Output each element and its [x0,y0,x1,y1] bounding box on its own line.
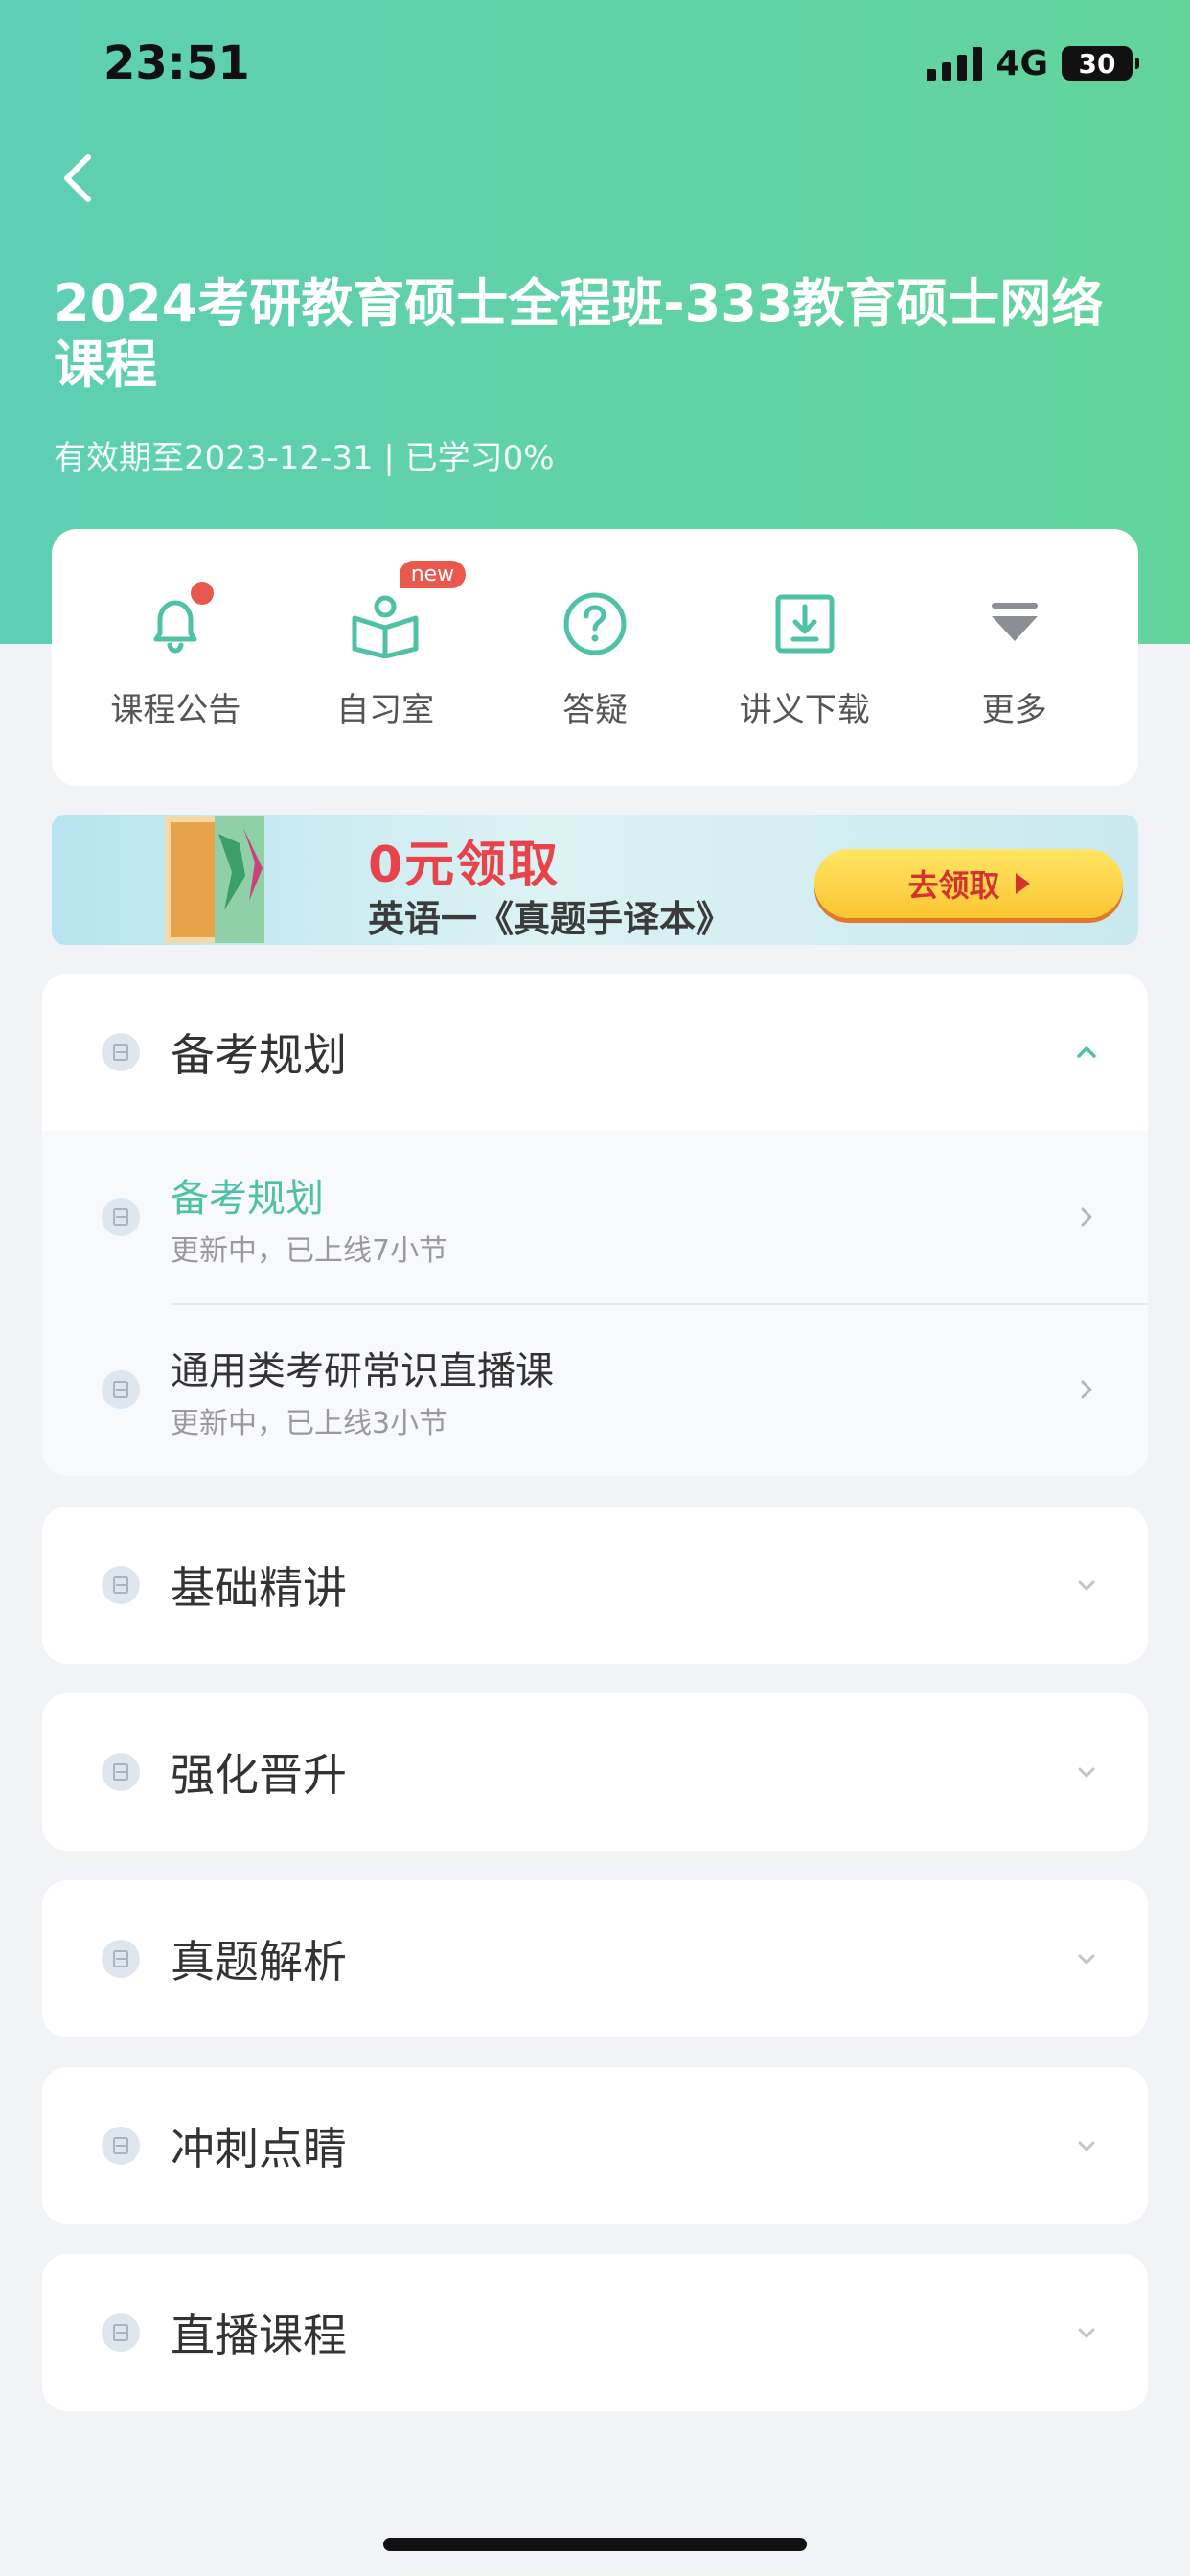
section-title: 强化晋升 [171,1749,347,1801]
section-title: 备考规划 [171,1029,347,1081]
section-title: 直播课程 [171,2310,347,2361]
battery-icon: 30 [1062,46,1139,80]
chevron-down-icon [1078,1580,1095,1591]
chapter-icon [102,1033,140,1071]
tools-card: 课程公告 new 自习室 答疑 讲义下载 更多 [52,529,1138,786]
list-item[interactable]: 备考规划 更新中，已上线7小节 [42,1131,1148,1303]
section-title: 冲刺点睛 [171,2123,347,2174]
tool-study-room[interactable]: new 自习室 [285,560,486,730]
book-cover-image [165,816,264,943]
chevron-down-icon [1078,2141,1095,2151]
section-header[interactable]: 基础精讲 [42,1506,1148,1664]
chapter-icon [102,1198,140,1236]
download-icon [767,586,843,662]
tool-handout-download[interactable]: 讲义下载 [704,586,905,730]
chevron-up-icon [1077,1046,1096,1058]
claim-button[interactable]: 去领取 [814,849,1123,918]
chapter-icon [102,2127,140,2165]
section-header[interactable]: 冲刺点睛 [42,2067,1148,2224]
chapter-icon [102,1753,140,1791]
tool-label: 自习室 [336,690,435,729]
chevron-down-icon [1078,2328,1095,2338]
tool-course-notice[interactable]: 课程公告 [75,581,276,730]
chevron-down-icon [1078,1954,1095,1965]
section-card: 冲刺点睛 [42,2067,1148,2224]
back-button[interactable] [52,144,109,213]
tool-label: 答疑 [561,690,628,729]
open-book-icon: new [347,560,467,662]
more-icon [976,586,1053,662]
chapter-icon [102,1940,140,1978]
chapter-icon [102,2313,140,2352]
section-header[interactable]: 直播课程 [42,2254,1148,2411]
tool-label: 课程公告 [110,690,241,729]
lesson-title: 备考规划 [171,1177,324,1221]
lesson-meta: 更新中，已上线7小节 [171,1234,448,1268]
claim-button-label: 去领取 [907,867,1000,904]
section-title: 基础精讲 [171,1562,347,1614]
banner-headline: 0元领取 [368,837,561,894]
lesson-list: 备考规划 更新中，已上线7小节 通用类考研常识直播课 更新中，已上线3小节 [42,1131,1148,1476]
section-card: 真题解析 [42,1880,1148,2037]
status-bar: 23:51 4G 30 [0,0,1190,129]
status-time: 23:51 [103,36,250,90]
status-indicators: 4G 30 [927,42,1139,84]
course-title: 2024考研教育硕士全程班-333教育硕士网络课程 [54,273,1104,395]
new-badge: new [399,560,467,588]
list-item[interactable]: 通用类考研常识直播课 更新中，已上线3小节 [42,1303,1148,1476]
section-card: 备考规划 备考规划 更新中，已上线7小节 通用类考研常识直播课 更新中，已上线3… [42,974,1148,1476]
signal-icon [927,46,983,80]
network-type: 4G [995,43,1048,83]
tool-qa[interactable]: 答疑 [494,586,696,730]
promo-banner[interactable]: 0元领取 英语一《真题手译本》 去领取 [52,815,1138,945]
section-header[interactable]: 真题解析 [42,1880,1148,2037]
bell-icon [137,581,215,662]
section-card: 基础精讲 [42,1506,1148,1664]
lesson-title: 通用类考研常识直播课 [171,1349,554,1393]
tool-label: 讲义下载 [739,690,870,729]
question-icon [557,586,633,662]
tool-label: 更多 [981,690,1047,729]
section-title: 真题解析 [171,1936,347,1988]
chevron-right-icon [1081,1208,1092,1227]
chevron-right-icon [1081,1380,1092,1399]
notification-dot [191,581,215,605]
chevron-left-icon [64,154,91,202]
chevron-down-icon [1078,1767,1095,1778]
tool-more[interactable]: 更多 [914,586,1115,730]
chapter-icon [102,1566,140,1604]
section-card: 直播课程 [42,2254,1148,2411]
home-indicator[interactable] [383,2538,807,2551]
play-triangle-icon [1015,873,1030,894]
chapter-icon [102,1370,140,1409]
section-header[interactable]: 备考规划 [42,974,1148,1131]
course-validity: 有效期至2023-12-31 | 已学习0% [54,439,555,477]
banner-subline: 英语一《真题手译本》 [368,898,733,940]
lesson-meta: 更新中，已上线3小节 [171,1407,448,1440]
section-card: 强化晋升 [42,1693,1148,1851]
section-header[interactable]: 强化晋升 [42,1693,1148,1851]
